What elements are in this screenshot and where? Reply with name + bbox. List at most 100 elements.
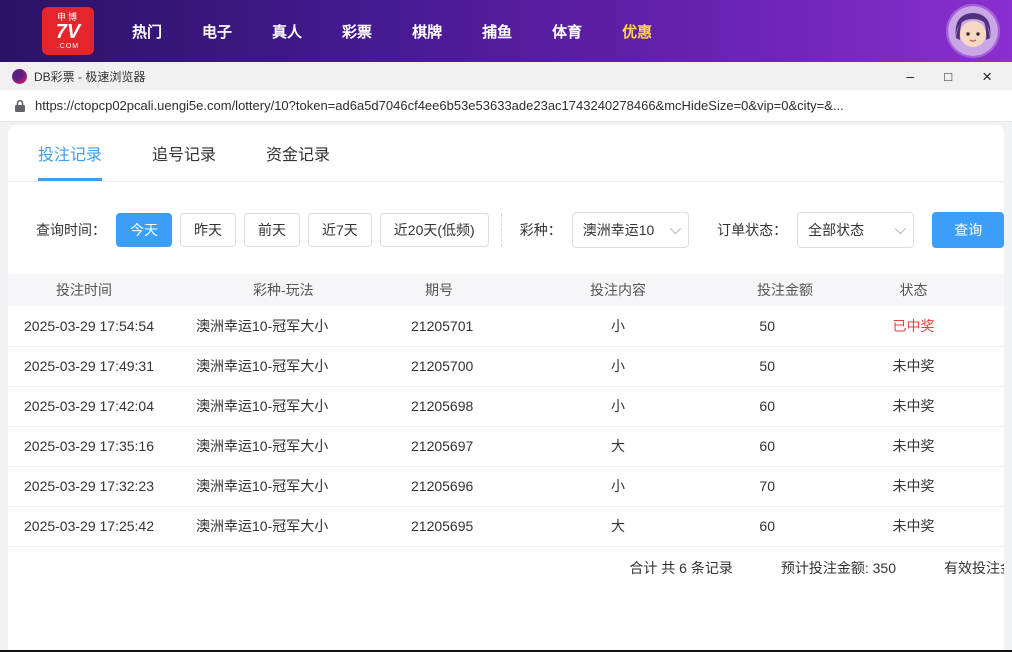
cell-bet-amount: 60	[683, 386, 823, 427]
cell-bet-amount: 50	[683, 346, 823, 387]
status-badge: 已中奖	[892, 317, 935, 334]
site-logo[interactable]: 申博 7V .COM	[42, 7, 94, 55]
cell-status: 未中奖	[823, 506, 1004, 547]
avatar-image	[948, 6, 998, 56]
summary-valid-amount: 有效投注金	[944, 559, 1004, 576]
cell-issue: 21205696	[403, 466, 553, 507]
cell-bet-time: 2025-03-29 17:42:04	[8, 386, 188, 427]
header-issue: 期号	[403, 274, 553, 306]
table-row: 2025-03-29 17:32:23 澳洲幸运10-冠军大小 21205696…	[8, 466, 1004, 507]
logo-brand-text: 7V	[55, 20, 81, 43]
cell-bet-amount: 60	[683, 426, 823, 467]
table-row: 2025-03-29 17:35:16 澳洲幸运10-冠军大小 21205697…	[8, 426, 1004, 467]
cell-bet-amount: 60	[683, 506, 823, 547]
cell-issue: 21205695	[403, 506, 553, 547]
status-badge: 未中奖	[892, 518, 935, 534]
cell-game-play: 澳洲幸运10-冠军大小	[188, 426, 403, 467]
summary-expected-amount: 预计投注金额: 350	[780, 559, 896, 576]
cell-issue: 21205700	[403, 346, 553, 387]
content-card: 投注记录 追号记录 资金记录 查询时间： 今天 昨天 前天 近7天 近20天(低…	[8, 125, 1004, 650]
user-avatar[interactable]	[948, 6, 998, 56]
cell-bet-content: 小	[553, 306, 683, 347]
cell-status: 未中奖	[823, 426, 1004, 467]
tab-funds-records[interactable]: 资金记录	[266, 141, 330, 181]
bet-records-table: 投注时间 彩种-玩法 期号 投注内容 投注金额 状态 2025-03-29 17…	[8, 274, 1004, 547]
cell-issue: 21205697	[403, 426, 553, 467]
filter-yesterday-button[interactable]: 昨天	[180, 213, 236, 247]
nav-item-hot[interactable]: 热门	[132, 21, 162, 42]
status-badge: 未中奖	[892, 478, 935, 494]
header-status: 状态	[823, 274, 1004, 306]
lottery-type-label: 彩种：	[519, 222, 562, 238]
cell-game-play: 澳洲幸运10-冠军大小	[188, 306, 403, 347]
filter-last20days-button[interactable]: 近20天(低频)	[379, 213, 489, 247]
minimize-button[interactable]: –	[906, 69, 914, 83]
cell-status: 未中奖	[823, 386, 1004, 427]
logo-bottom-text: .COM	[56, 42, 80, 50]
cell-bet-content: 大	[553, 506, 683, 547]
filter-last7days-button[interactable]: 近7天	[308, 213, 372, 247]
header-bet-amount: 投注金额	[683, 274, 823, 306]
order-status-select[interactable]: 全部状态	[797, 212, 915, 248]
status-badge: 未中奖	[892, 438, 935, 454]
nav-item-fishing[interactable]: 捕鱼	[482, 21, 512, 42]
nav-item-board-games[interactable]: 棋牌	[412, 21, 442, 42]
table-header-row: 投注时间 彩种-玩法 期号 投注内容 投注金额 状态	[8, 274, 1004, 306]
time-filter-label: 查询时间：	[36, 222, 106, 238]
nav-item-promotions[interactable]: 优惠	[622, 21, 652, 42]
main-nav: 热门 电子 真人 彩票 棋牌 捕鱼 体育 优惠	[132, 21, 652, 42]
site-header: 申博 7V .COM 热门 电子 真人 彩票 棋牌 捕鱼 体育 优惠	[0, 0, 1012, 62]
order-status-label: 订单状态：	[717, 222, 788, 238]
chevron-down-icon	[669, 222, 682, 235]
cell-bet-amount: 70	[683, 466, 823, 507]
table-row: 2025-03-29 17:54:54 澳洲幸运10-冠军大小 21205701…	[8, 306, 1004, 347]
url-text[interactable]: https://ctopcp02pcali.uengi5e.com/lotter…	[35, 98, 844, 113]
cell-bet-content: 小	[553, 466, 683, 507]
cell-status: 已中奖	[823, 306, 1004, 347]
lottery-type-value: 澳洲幸运10	[582, 222, 655, 238]
chevron-down-icon	[895, 222, 907, 235]
cell-bet-time: 2025-03-29 17:32:23	[8, 466, 188, 507]
nav-item-lottery[interactable]: 彩票	[342, 21, 372, 42]
maximize-button[interactable]: □	[944, 70, 952, 83]
summary-bar: 合计 共 6 条记录 预计投注金额: 350 有效投注金	[8, 547, 1004, 589]
cell-game-play: 澳洲幸运10-冠军大小	[188, 466, 403, 507]
tab-chase-records[interactable]: 追号记录	[152, 141, 216, 181]
address-bar[interactable]: https://ctopcp02pcali.uengi5e.com/lotter…	[0, 90, 1012, 122]
order-status-value: 全部状态	[808, 222, 865, 238]
nav-item-electronic[interactable]: 电子	[202, 21, 232, 42]
tab-bet-records[interactable]: 投注记录	[38, 141, 103, 181]
filter-today-button[interactable]: 今天	[116, 213, 172, 247]
time-filter-group: 今天 昨天 前天 近7天 近20天(低频)	[116, 213, 489, 247]
header-bet-content: 投注内容	[553, 274, 683, 306]
cell-bet-time: 2025-03-29 17:54:54	[8, 306, 188, 347]
cell-issue: 21205701	[403, 306, 553, 347]
window-titlebar: DB彩票 - 极速浏览器 – □ ×	[0, 62, 1012, 90]
table-row: 2025-03-29 17:42:04 澳洲幸运10-冠军大小 21205698…	[8, 386, 1004, 427]
cell-status: 未中奖	[823, 466, 1004, 507]
window-controls: – □ ×	[906, 68, 1000, 85]
table-row: 2025-03-29 17:25:42 澳洲幸运10-冠军大小 21205695…	[8, 506, 1004, 547]
cell-bet-content: 大	[553, 426, 683, 467]
filter-divider	[500, 213, 502, 247]
cell-game-play: 澳洲幸运10-冠军大小	[188, 386, 403, 427]
cell-bet-content: 小	[553, 386, 683, 427]
lottery-type-select[interactable]: 澳洲幸运10	[571, 212, 690, 248]
filter-day-before-button[interactable]: 前天	[244, 213, 300, 247]
table-row: 2025-03-29 17:49:31 澳洲幸运10-冠军大小 21205700…	[8, 346, 1004, 387]
cell-bet-time: 2025-03-29 17:25:42	[8, 506, 188, 547]
status-badge: 未中奖	[892, 358, 935, 374]
cell-game-play: 澳洲幸运10-冠军大小	[188, 346, 403, 387]
cell-bet-time: 2025-03-29 17:35:16	[8, 426, 188, 467]
header-game-play: 彩种-玩法	[188, 274, 403, 306]
nav-item-live[interactable]: 真人	[272, 21, 302, 42]
close-button[interactable]: ×	[982, 68, 992, 85]
record-tabs: 投注记录 追号记录 资金记录	[8, 125, 1004, 182]
cell-bet-content: 小	[553, 346, 683, 387]
search-button[interactable]: 查询	[932, 212, 1004, 248]
cell-bet-time: 2025-03-29 17:49:31	[8, 346, 188, 387]
cell-status: 未中奖	[823, 346, 1004, 387]
window-title: DB彩票 - 极速浏览器	[34, 69, 146, 84]
nav-item-sports[interactable]: 体育	[552, 21, 582, 42]
lock-icon	[15, 99, 25, 112]
